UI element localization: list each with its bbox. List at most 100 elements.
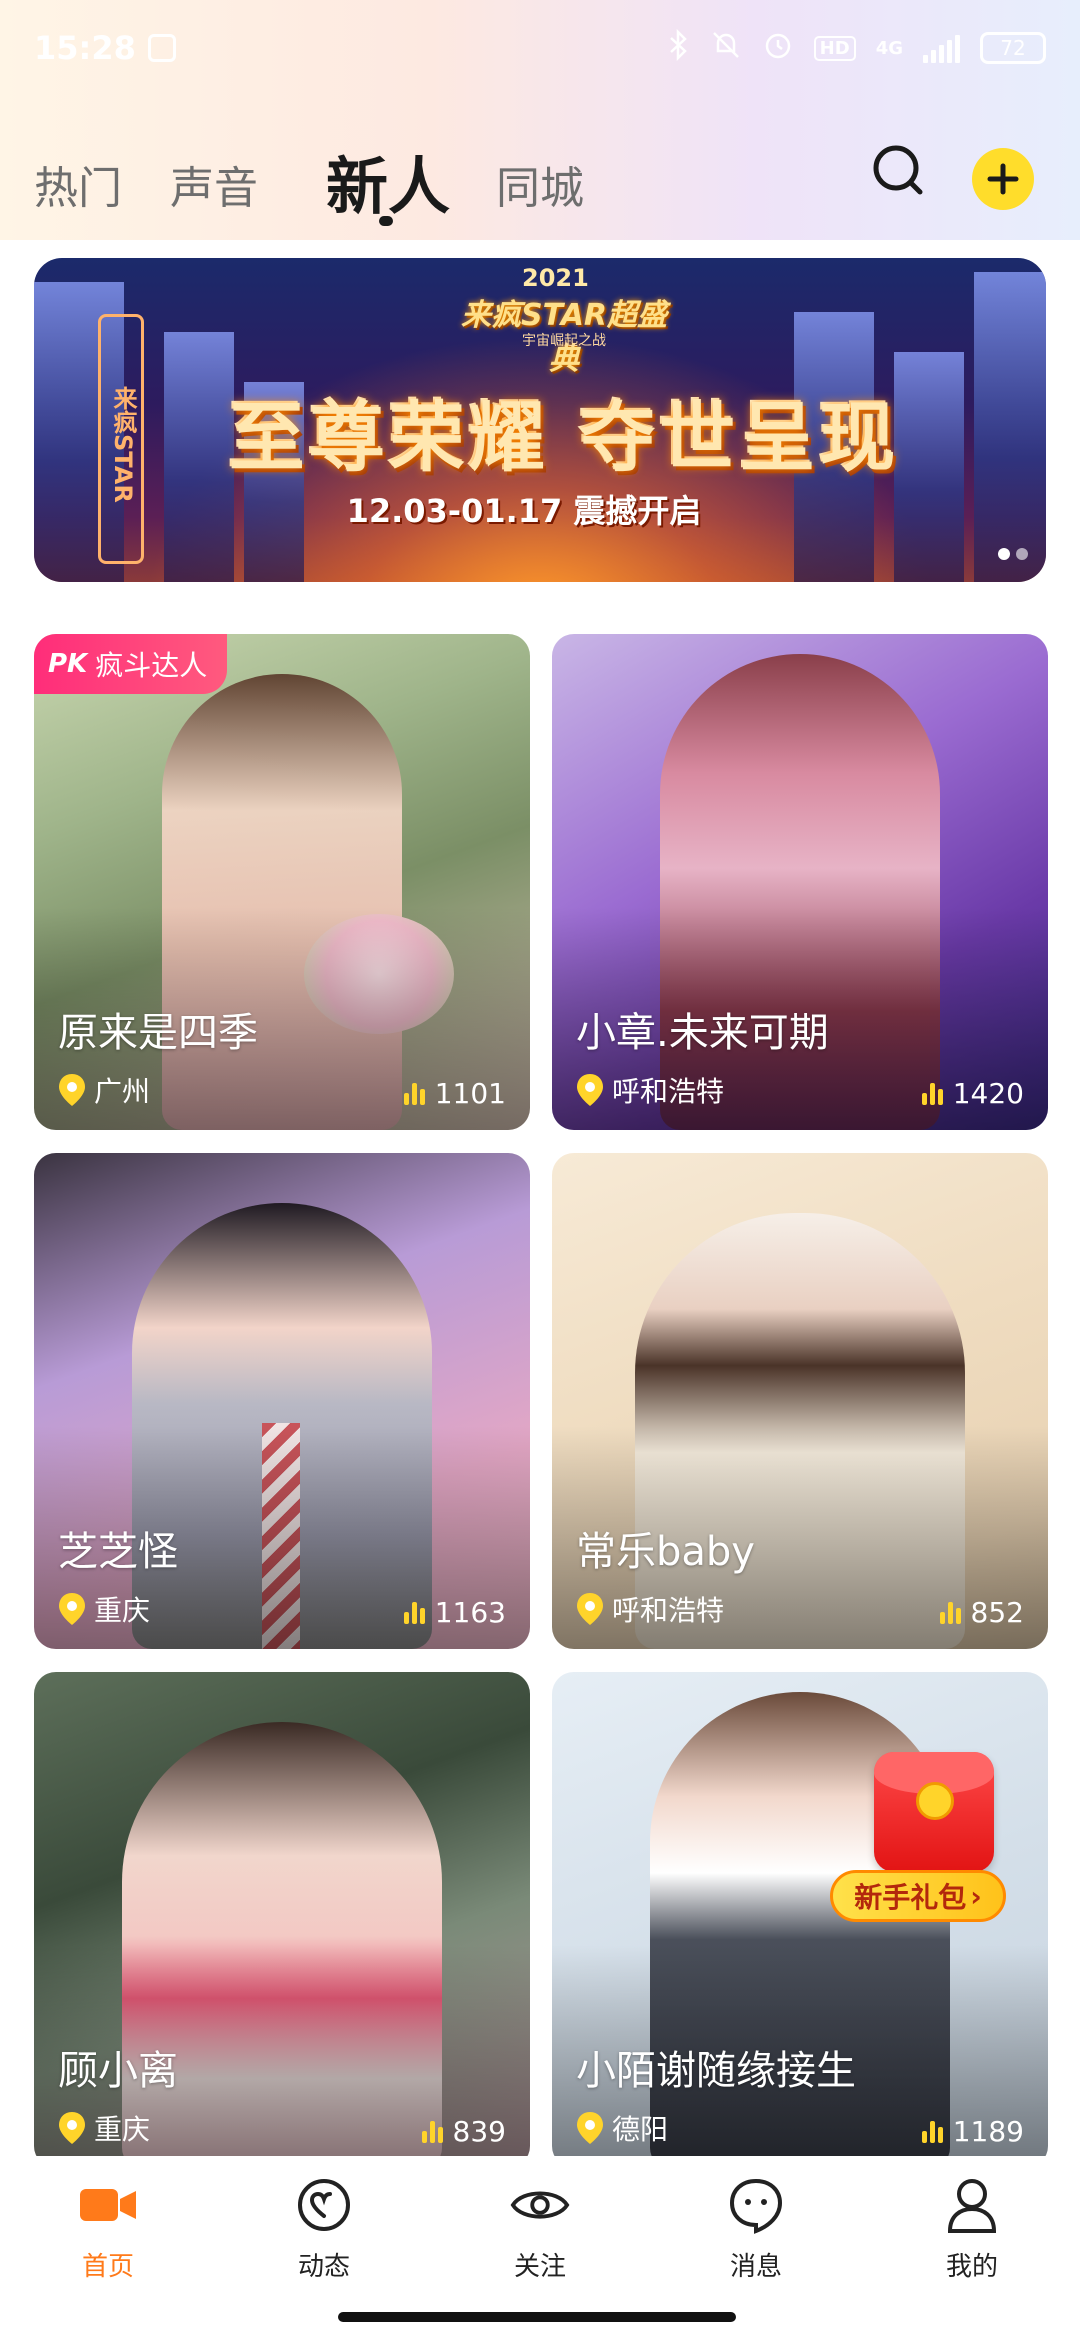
- battery-level: 72: [1000, 36, 1026, 60]
- nav-follow[interactable]: 关注: [470, 2174, 610, 2283]
- gift-label: 新手礼包 ›: [830, 1870, 1006, 1922]
- popularity-count: 1163: [434, 1596, 506, 1629]
- banner-date: 12.03-01.17 震撼开启: [346, 492, 702, 530]
- nav-label: 我的: [945, 2252, 998, 2282]
- location-text: 广州: [94, 1075, 151, 1108]
- popularity: 1189: [921, 2115, 1024, 2148]
- streamer-name: 小章.未来可期: [576, 1010, 829, 1056]
- chat-bubble-icon: [725, 2174, 787, 2236]
- streamer-card[interactable]: 小章.未来可期 呼和浩特 1420: [552, 634, 1048, 1130]
- tab-hot[interactable]: 热门: [34, 152, 122, 216]
- nav-profile[interactable]: 我的: [902, 2174, 1042, 2283]
- streamer-name: 芝芝怪: [58, 1529, 178, 1575]
- search-icon[interactable]: [868, 140, 928, 200]
- nav-home[interactable]: 首页: [38, 2174, 178, 2283]
- popularity-bars-icon: [939, 1601, 961, 1624]
- popularity-bars-icon: [421, 2120, 443, 2143]
- streamer-card[interactable]: 芝芝怪 重庆 1163: [34, 1153, 530, 1649]
- plus-icon[interactable]: [972, 148, 1034, 210]
- banner-pagination: [998, 548, 1028, 560]
- hd-icon: HD: [813, 35, 856, 61]
- streamer-location: 德阳: [574, 2108, 668, 2148]
- streamer-location: 广州: [56, 1070, 150, 1110]
- alarm-icon: [762, 29, 794, 67]
- streamer-name: 原来是四季: [58, 1010, 258, 1056]
- streamer-location: 重庆: [56, 1589, 150, 1629]
- bluetooth-icon: [668, 28, 690, 67]
- nav-label: 首页: [81, 2252, 134, 2282]
- location-text: 重庆: [94, 1594, 151, 1627]
- nav-feed[interactable]: 动态: [254, 2174, 394, 2283]
- popularity: 1101: [403, 1077, 506, 1110]
- popularity: 839: [421, 2115, 506, 2148]
- popularity-count: 1189: [952, 2115, 1024, 2148]
- pk-badge: PK 疯斗达人: [34, 634, 228, 694]
- streamer-card[interactable]: 常乐baby 呼和浩特 852: [552, 1153, 1048, 1649]
- location-pin-icon: [59, 1593, 85, 1625]
- person-icon: [941, 2174, 1003, 2236]
- banner-subtitle: 宇宙崛起之战: [522, 333, 606, 349]
- popularity-bars-icon: [403, 1601, 425, 1624]
- popularity-bars-icon: [403, 1082, 425, 1105]
- streamer-card[interactable]: 顾小离 重庆 839: [34, 1672, 530, 2168]
- streamer-name: 顾小离: [58, 2048, 178, 2094]
- banner-side-sign: 来疯STAR: [98, 314, 144, 564]
- banner-building: [974, 272, 1046, 582]
- tab-local[interactable]: 同城: [496, 152, 584, 216]
- active-tab-indicator: [379, 216, 393, 226]
- popularity-count: 852: [970, 1596, 1024, 1629]
- promo-banner[interactable]: 来疯STAR 2021 来疯STAR超盛典 宇宙崛起之战 至尊荣耀 夺世呈现 1…: [34, 258, 1046, 582]
- popularity: 1420: [921, 1077, 1024, 1110]
- battery-icon: 72: [980, 32, 1046, 64]
- banner-title: 至尊荣耀 夺世呈现: [228, 393, 900, 482]
- location-pin-icon: [577, 1593, 603, 1625]
- location-pin-icon: [59, 1074, 85, 1106]
- popularity-bars-icon: [921, 1082, 943, 1105]
- chevron-right-icon: ›: [970, 1879, 982, 1913]
- streamer-name: 小陌谢随缘接生: [576, 2048, 856, 2094]
- gift-label-text: 新手礼包: [854, 1881, 967, 1914]
- video-camera-icon: [77, 2174, 139, 2236]
- badge-label: 疯斗达人: [95, 649, 208, 682]
- popularity-count: 1101: [434, 1077, 506, 1110]
- nav-label: 消息: [729, 2252, 782, 2282]
- location-text: 呼和浩特: [612, 1075, 725, 1108]
- popularity: 852: [939, 1596, 1024, 1629]
- streamer-location: 呼和浩特: [574, 1589, 724, 1629]
- popularity: 1163: [403, 1596, 506, 1629]
- streamer-card[interactable]: PK 疯斗达人 原来是四季 广州 1101: [34, 634, 530, 1130]
- star-coin-icon: [916, 1782, 954, 1820]
- pagination-dot: [1016, 548, 1028, 560]
- banner-year: 2021: [522, 264, 589, 292]
- location-text: 重庆: [94, 2113, 151, 2146]
- network-type: 4G: [875, 37, 903, 59]
- nav-label: 动态: [297, 2252, 350, 2282]
- location-text: 德阳: [612, 2113, 669, 2146]
- streamer-name: 常乐baby: [576, 1529, 755, 1575]
- red-envelope-icon: [874, 1752, 994, 1872]
- mute-icon: [710, 29, 742, 67]
- status-time: 15:28: [34, 29, 136, 67]
- popularity-count: 839: [452, 2115, 506, 2148]
- streamer-location: 重庆: [56, 2108, 150, 2148]
- location-pin-icon: [577, 2112, 603, 2144]
- location-pin-icon: [59, 2112, 85, 2144]
- popularity-count: 1420: [952, 1077, 1024, 1110]
- pagination-dot-active: [998, 548, 1010, 560]
- heart-circle-icon: [293, 2174, 355, 2236]
- pk-logo: PK: [48, 649, 88, 679]
- status-bar: 15:28 HD 4G 72: [0, 0, 1080, 96]
- nav-label: 关注: [513, 2252, 566, 2282]
- eye-icon: [509, 2174, 571, 2236]
- signal-icon: [923, 33, 960, 63]
- tab-newcomer[interactable]: 新人: [326, 136, 450, 226]
- location-pin-icon: [577, 1074, 603, 1106]
- newbie-gift-button[interactable]: 新手礼包 ›: [830, 1752, 1020, 1932]
- screen-record-icon: [147, 34, 176, 62]
- top-tabs: 热门 声音 新人 同城: [0, 120, 1080, 230]
- location-text: 呼和浩特: [612, 1594, 725, 1627]
- tab-voice[interactable]: 声音: [170, 152, 258, 216]
- nav-messages[interactable]: 消息: [686, 2174, 826, 2283]
- home-indicator[interactable]: [338, 2312, 736, 2322]
- popularity-bars-icon: [921, 2120, 943, 2143]
